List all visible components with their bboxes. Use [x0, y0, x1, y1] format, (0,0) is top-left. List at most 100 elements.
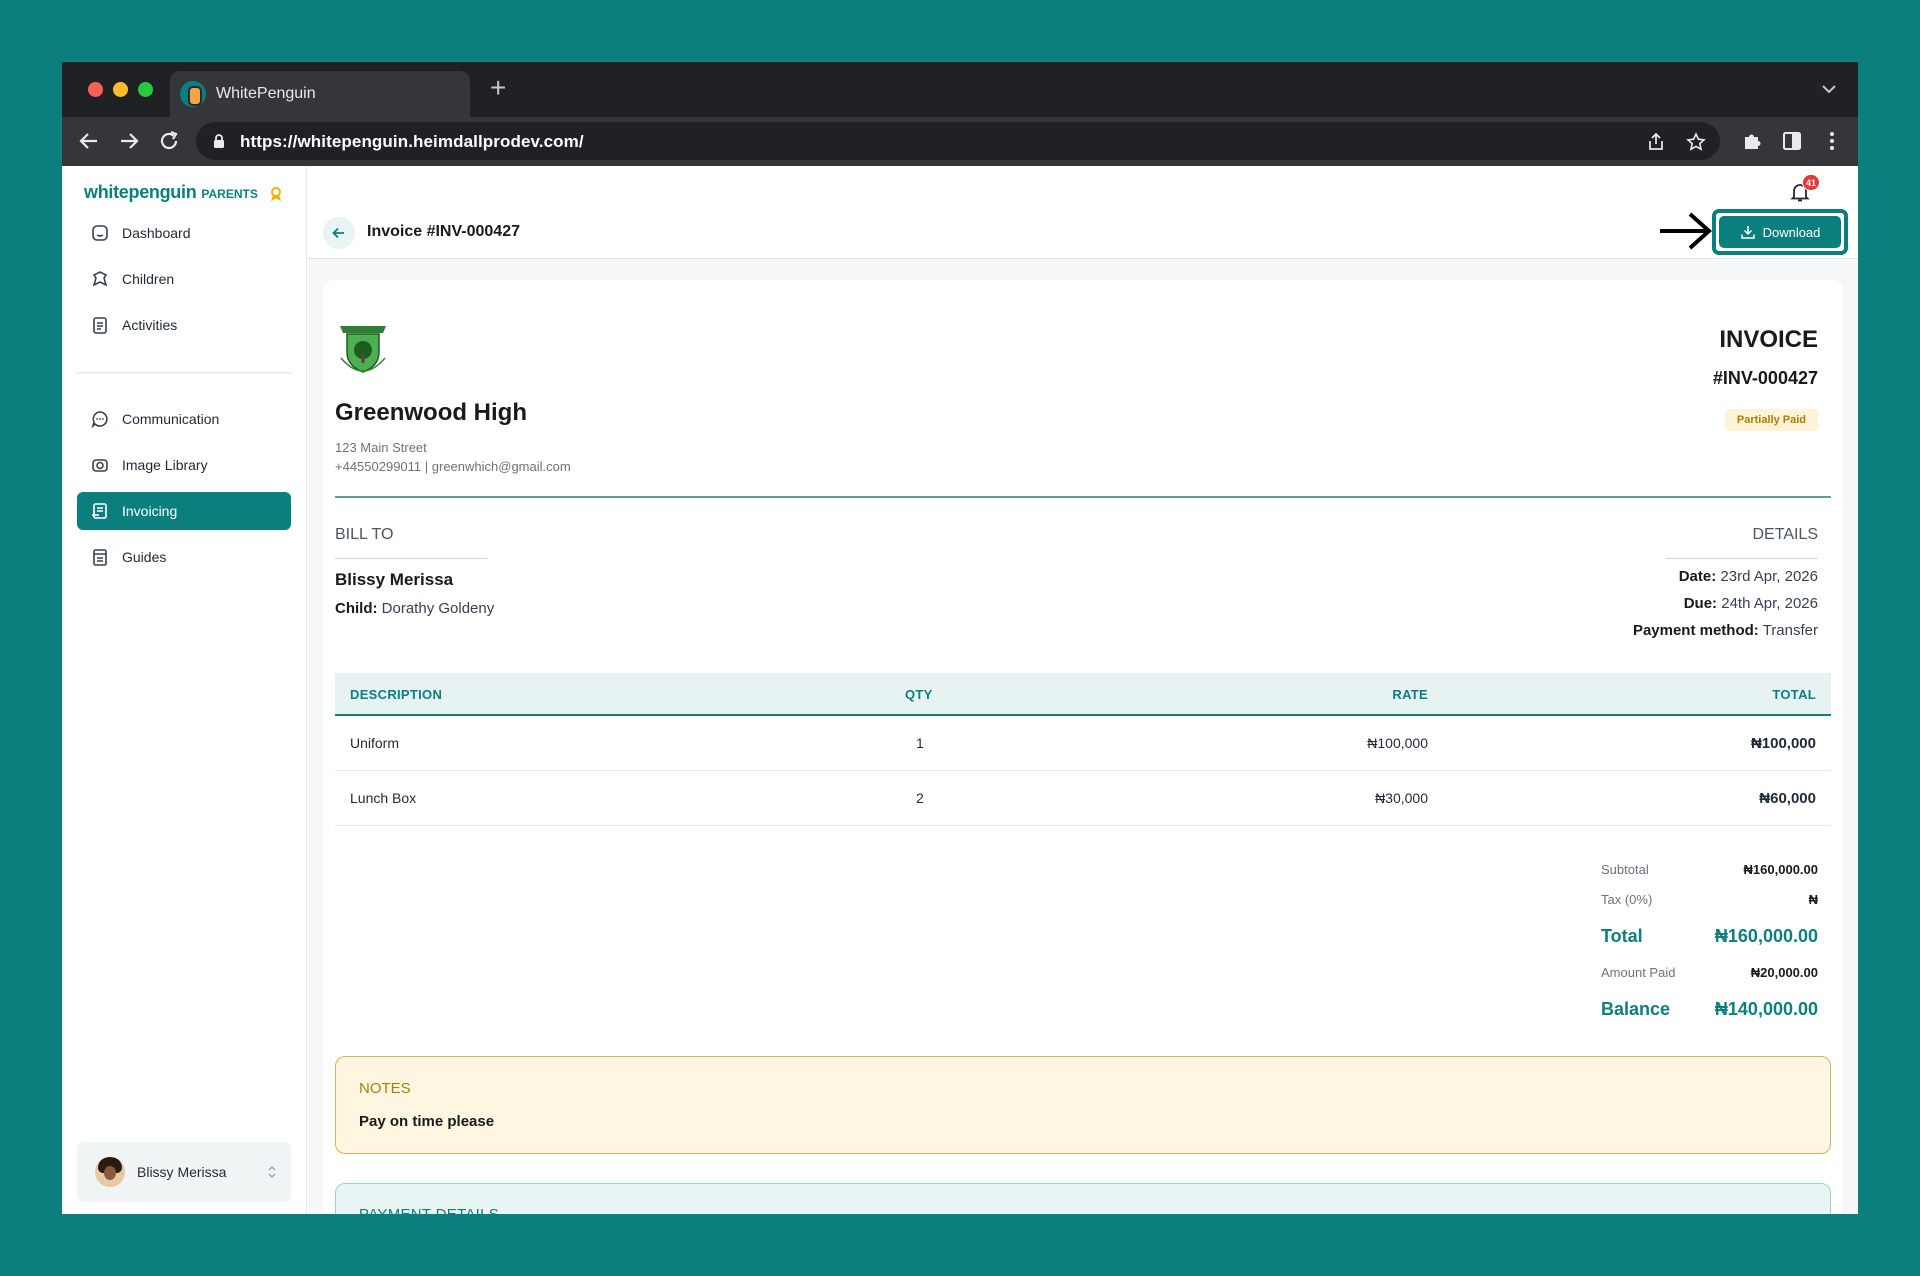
row-rate: ₦30,000	[1375, 790, 1428, 806]
line-items-table: DESCRIPTION QTY RATE TOTAL Uniform 1 ₦10…	[335, 673, 1831, 826]
bill-to-name: Blissy Merissa	[335, 570, 454, 589]
row-description: Uniform	[350, 735, 400, 751]
chevron-down-icon[interactable]	[1820, 80, 1838, 98]
close-window-button[interactable]	[88, 82, 103, 97]
due-value: 24th Apr, 2026	[1721, 595, 1818, 612]
sidebar: whitepenguin PARENTS Dashboard Children …	[62, 166, 307, 1214]
column-header-total: TOTAL	[1772, 687, 1816, 702]
share-icon[interactable]	[1646, 132, 1666, 152]
notification-badge: 41	[1802, 174, 1821, 191]
sidebar-item-guides[interactable]: Guides	[77, 538, 291, 576]
arrow-left-icon	[332, 227, 344, 239]
address-bar[interactable]: https://whitepenguin.heimdallprodev.com/	[196, 122, 1720, 160]
download-button[interactable]: Download	[1719, 216, 1841, 248]
notes-heading: NOTES	[359, 1080, 411, 1097]
invoice-number: #INV-000427	[1712, 368, 1818, 388]
total-value: ₦160,000.00	[1714, 926, 1818, 946]
penguin-favicon-icon	[180, 81, 206, 107]
star-icon[interactable]	[1686, 132, 1706, 152]
child-label: Child:	[335, 600, 378, 617]
reload-icon[interactable]	[157, 129, 181, 153]
browser-toolbar: https://whitepenguin.heimdallprodev.com/	[62, 117, 1858, 166]
notes-text: Pay on time please	[359, 1113, 495, 1130]
column-header-description: DESCRIPTION	[350, 687, 443, 702]
school-address: 123 Main Street	[335, 440, 427, 455]
more-vertical-icon[interactable]	[1821, 130, 1843, 152]
payment-details-box: PAYMENT DETAILS	[335, 1183, 1831, 1214]
table-row: Lunch Box 2 ₦30,000 ₦60,000	[335, 771, 1831, 826]
school-contact: +44550299011 | greenwhich@gmail.com	[335, 459, 571, 474]
sidebar-item-label: Communication	[122, 411, 220, 427]
sidebar-item-image-library[interactable]: Image Library	[77, 446, 291, 484]
date-value: 23rd Apr, 2026	[1720, 568, 1818, 585]
sidebar-item-dashboard[interactable]: Dashboard	[77, 214, 291, 252]
sidebar-item-label: Guides	[122, 549, 167, 565]
bill-to-underline	[335, 558, 487, 559]
back-button[interactable]	[323, 217, 355, 249]
lock-icon	[214, 134, 224, 148]
main-content: 41 Invoice #INV-000427 Download Greenwoo…	[308, 166, 1858, 1214]
extensions-puzzle-icon[interactable]	[1741, 130, 1763, 152]
forward-arrow-icon[interactable]	[117, 129, 141, 153]
download-icon	[1740, 226, 1755, 239]
status-badge: Partially Paid	[1724, 409, 1818, 431]
new-tab-button[interactable]: +	[490, 72, 506, 104]
user-name: Blissy Merissa	[137, 1164, 227, 1180]
amount-paid-value: ₦20,000.00	[1750, 965, 1818, 980]
payment-method-label: Payment method:	[1632, 622, 1759, 639]
sidebar-item-children[interactable]: Children	[77, 260, 291, 298]
browser-window: WhitePenguin + https://whitepenguin.heim…	[62, 62, 1858, 1214]
school-crest-logo	[340, 326, 386, 373]
back-arrow-icon[interactable]	[77, 129, 101, 153]
payment-method-row: Payment method: Transfer	[1633, 622, 1818, 639]
minimize-window-button[interactable]	[113, 82, 128, 97]
camera-icon	[92, 459, 108, 472]
sidebar-item-label: Image Library	[122, 457, 208, 473]
payment-method-value: Transfer	[1762, 622, 1818, 639]
sidebar-item-activities[interactable]: Activities	[77, 306, 291, 344]
tab-strip: WhitePenguin +	[62, 62, 1858, 117]
url-text: https://whitepenguin.heimdallprodev.com/	[240, 132, 584, 151]
children-icon	[92, 271, 108, 287]
side-panel-icon[interactable]	[1781, 130, 1803, 152]
sidebar-item-communication[interactable]: Communication	[77, 400, 291, 438]
page-header: 41 Invoice #INV-000427 Download	[308, 166, 1858, 259]
balance-value: ₦140,000.00	[1714, 999, 1818, 1019]
row-qty: 1	[916, 735, 924, 751]
row-description: Lunch Box	[350, 790, 417, 806]
payment-details-heading: PAYMENT DETAILS	[359, 1206, 499, 1214]
details-heading: DETAILS	[1752, 526, 1819, 543]
dashboard-icon	[92, 225, 108, 241]
sidebar-item-label: Activities	[122, 317, 178, 333]
tab-title: WhitePenguin	[216, 85, 316, 102]
maximize-window-button[interactable]	[138, 82, 153, 97]
row-total: ₦60,000	[1759, 790, 1816, 807]
due-label: Due:	[1683, 595, 1718, 612]
column-header-rate: RATE	[1392, 687, 1428, 702]
invoice-icon	[92, 503, 107, 519]
sidebar-item-label: Dashboard	[122, 225, 191, 241]
download-highlight: Download	[1712, 209, 1848, 255]
amount-paid-label: Amount Paid	[1601, 965, 1676, 980]
sidebar-item-invoicing[interactable]: Invoicing	[77, 492, 291, 530]
table-header: DESCRIPTION QTY RATE TOTAL	[335, 673, 1831, 716]
avatar	[95, 1157, 125, 1187]
browser-tab[interactable]: WhitePenguin	[170, 71, 470, 117]
details-underline	[1666, 558, 1818, 559]
brand-logo[interactable]: whitepenguin PARENTS	[84, 182, 258, 203]
brand-name: whitepenguin	[84, 182, 197, 202]
activities-icon	[93, 317, 107, 334]
child-line: Child: Dorathy Goldeny	[335, 600, 494, 617]
tax-value: ₦	[1808, 892, 1818, 907]
invoice-card: Greenwood High 123 Main Street +44550299…	[323, 280, 1843, 1214]
chevron-up-down-icon	[268, 1166, 276, 1178]
tax-label: Tax (0%)	[1601, 892, 1653, 907]
date-label: Date:	[1678, 568, 1717, 585]
child-name: Dorathy Goldeny	[381, 600, 495, 617]
user-switcher[interactable]: Blissy Merissa	[77, 1142, 291, 1202]
row-rate: ₦100,000	[1367, 735, 1428, 751]
book-icon	[93, 549, 107, 566]
subtotal-value: ₦160,000.00	[1743, 862, 1818, 877]
balance-label: Balance	[1601, 999, 1671, 1019]
chat-icon	[91, 411, 108, 428]
